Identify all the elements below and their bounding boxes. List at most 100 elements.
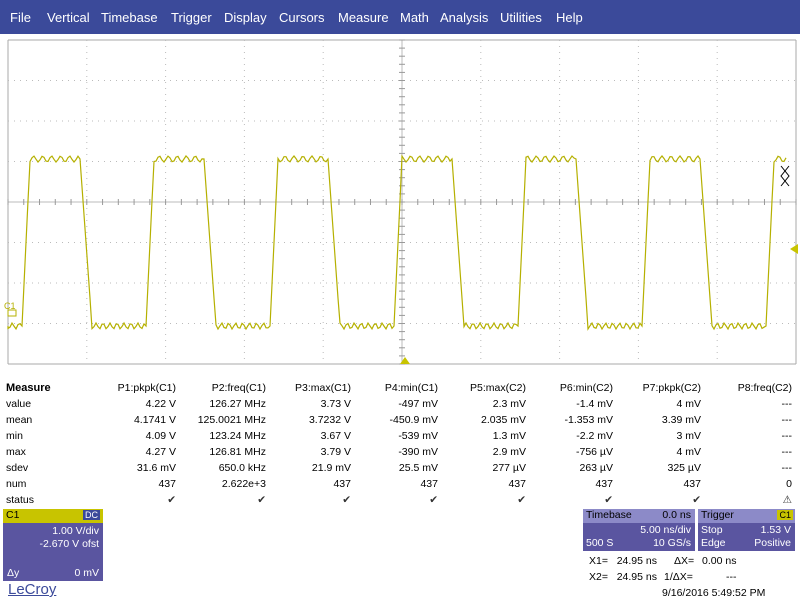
measure-cell: 3.39 mV (661, 414, 701, 426)
menu-display[interactable]: Display (224, 9, 267, 27)
measure-cell: 4 mV (676, 446, 701, 458)
timebase-rate: 10 GS/s (653, 537, 691, 549)
measure-cell: 437 (595, 478, 613, 490)
menu-file[interactable]: File (10, 9, 31, 27)
measure-row-mean: mean 4.1741 V 125.0021 MHz 3.7232 V -450.9 m… (0, 412, 800, 428)
measure-row-min: min 4.09 V 123.24 MHz 3.67 V -539 mV 1.3 mV -2… (0, 428, 800, 444)
measure-row-label: min (6, 430, 23, 442)
measure-cell: -450.9 mV (389, 414, 438, 426)
waveform-display[interactable]: C1 (0, 34, 800, 368)
c1-dy-value: 0 mV (74, 567, 99, 579)
timebase-tdiv: 5.00 ns/div (640, 524, 691, 536)
trigger-slope: Positive (754, 537, 791, 549)
cursor-x1-value: 24.95 ns (616, 555, 657, 567)
check-icon: ✔ (257, 494, 266, 506)
waveform-grid: C1 (4, 39, 798, 365)
menu-help[interactable]: Help (556, 9, 583, 27)
cursor-dx-label: ΔX= (674, 555, 695, 567)
menu-cursors[interactable]: Cursors (279, 9, 325, 27)
channel-marker-label: C1 (4, 301, 16, 311)
trigger-type: Edge (701, 537, 726, 549)
measure-cell: 25.5 mV (398, 462, 438, 474)
measure-cell: --- (781, 398, 793, 410)
measure-cell: 2.622e+3 (221, 478, 266, 490)
menu-analysis[interactable]: Analysis (440, 9, 488, 27)
measure-cell: 4.09 V (145, 430, 176, 442)
measure-cell: 125.0021 MHz (197, 414, 266, 426)
timebase-samples: 500 S (586, 537, 614, 549)
measure-cell: 437 (333, 478, 351, 490)
measure-row-label: value (6, 398, 32, 410)
cursor-marker-icon[interactable] (780, 165, 790, 187)
measure-row-label: sdev (6, 462, 29, 474)
measure-title: Measure (6, 382, 51, 394)
cursor-inv-label: 1/ΔX= (664, 571, 693, 583)
measure-cell: 21.9 mV (311, 462, 351, 474)
measure-header-p5[interactable]: P5:max(C2) (470, 380, 526, 396)
measure-cell: 325 µV (667, 462, 702, 474)
measure-cell: 3.7232 V (308, 414, 351, 426)
measure-cell: -756 µV (576, 446, 613, 458)
measure-cell: 437 (508, 478, 526, 490)
measure-cell: --- (781, 414, 793, 426)
measure-row-label: mean (6, 414, 33, 426)
measure-cell: 3.67 V (320, 430, 351, 442)
measure-cell: 2.035 mV (481, 414, 526, 426)
menu-vertical[interactable]: Vertical (47, 9, 90, 27)
c1-dy-label: Δy (7, 567, 20, 579)
cursor-dx-value: 0.00 ns (702, 555, 737, 567)
c1-name: C1 (6, 509, 20, 521)
menu-timebase[interactable]: Timebase (101, 9, 158, 27)
measure-cell: -497 mV (398, 398, 438, 410)
trigger-mode: Stop (701, 524, 723, 536)
measure-cell: 126.27 MHz (209, 398, 266, 410)
check-icon: ✔ (517, 494, 526, 506)
measure-cell: 0 (786, 478, 792, 490)
c1-offset: -2.670 V ofst (39, 538, 99, 550)
measure-cell: 437 (158, 478, 176, 490)
c1-descriptor-header: C1 DC (3, 509, 103, 523)
measure-cell: 4.22 V (145, 398, 176, 410)
menu-measure[interactable]: Measure (338, 9, 389, 27)
measure-cell: -2.2 mV (576, 430, 613, 442)
measure-status-label: status (6, 494, 35, 506)
measure-row-sdev: sdev 31.6 mV 650.0 kHz 21.9 mV 25.5 mV 277 µV… (0, 460, 800, 476)
trigger-level-marker[interactable] (790, 244, 798, 254)
measure-cell: --- (781, 446, 793, 458)
timebase-box[interactable]: Timebase 0.0 ns 5.00 ns/div 500 S 10 GS/… (583, 509, 695, 551)
measure-cell: -390 mV (398, 446, 438, 458)
cursor-x1-label: X1= (589, 555, 608, 567)
measure-header-p4[interactable]: P4:min(C1) (385, 380, 438, 396)
measure-header-p6[interactable]: P6:min(C2) (560, 380, 613, 396)
measure-header-p8[interactable]: P8:freq(C2) (738, 380, 792, 396)
menu-trigger[interactable]: Trigger (171, 9, 212, 27)
measure-row-label: num (6, 478, 27, 490)
measure-cell: 4.1741 V (133, 414, 176, 426)
menu-math[interactable]: Math (400, 9, 429, 27)
timebase-header: Timebase 0.0 ns (583, 509, 695, 523)
trigger-level: 1.53 V (760, 524, 791, 536)
cursor-x2-label: X2= (589, 571, 608, 583)
trigger-header: Trigger C1 (698, 509, 795, 523)
measure-header-p7[interactable]: P7:pkpk(C2) (643, 380, 701, 396)
measure-header-p2[interactable]: P2:freq(C1) (212, 380, 266, 396)
measure-cell: 1.3 mV (492, 430, 526, 442)
c1-trace (7, 154, 787, 331)
cursor-inv-value: --- (726, 571, 737, 583)
measure-header-p1[interactable]: P1:pkpk(C1) (118, 380, 176, 396)
check-icon: ✔ (429, 494, 438, 506)
measure-cell: 4 mV (676, 398, 701, 410)
measure-table: Measure P1:pkpk(C1) P2:freq(C1) P3:max(C… (0, 380, 800, 508)
measure-status-row: status ✔ ✔ ✔ ✔ ✔ ✔ ✔ ⚠ (0, 492, 800, 508)
measure-cell: 263 µV (579, 462, 614, 474)
measure-row-value: value 4.22 V 126.27 MHz 3.73 V -497 mV 2.3 mV… (0, 396, 800, 412)
c1-descriptor-box[interactable]: C1 DC 1.00 V/div -2.670 V ofst Δy 0 mV (3, 509, 103, 581)
check-icon: ✔ (167, 494, 176, 506)
measure-cell: 650.0 kHz (218, 462, 266, 474)
menu-utilities[interactable]: Utilities (500, 9, 542, 27)
measure-header-p3[interactable]: P3:max(C1) (295, 380, 351, 396)
measure-cell: --- (781, 430, 793, 442)
c1-vdiv: 1.00 V/div (52, 525, 99, 537)
measure-row-max: max 4.27 V 126.81 MHz 3.79 V -390 mV 2.9 mV -7… (0, 444, 800, 460)
trigger-box[interactable]: Trigger C1 Stop 1.53 V Edge Positive (698, 509, 795, 551)
